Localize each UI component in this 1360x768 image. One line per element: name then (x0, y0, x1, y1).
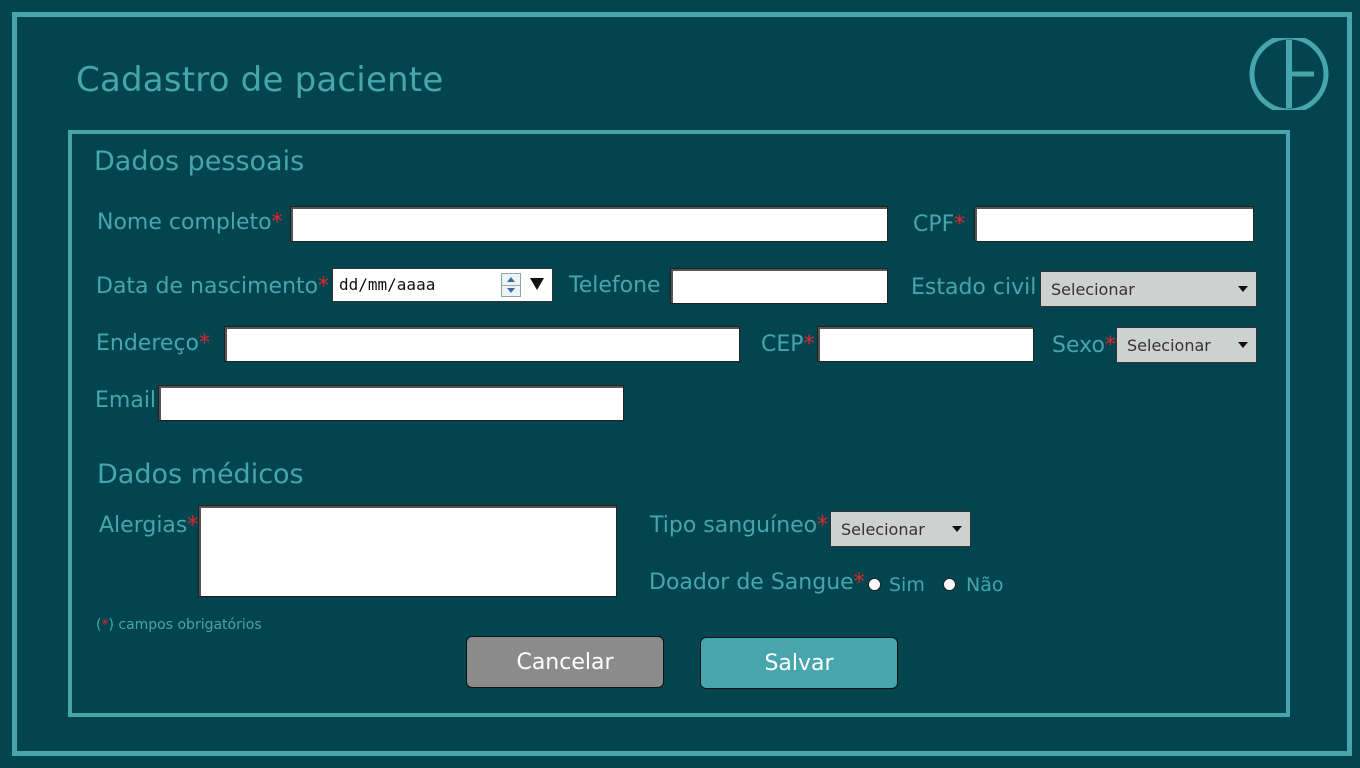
chevron-down-icon (952, 526, 962, 532)
radio-nao[interactable] (943, 578, 956, 591)
email-label: Email (95, 388, 157, 413)
date-spinner[interactable] (501, 273, 521, 297)
doador-label: Doador de Sangue* (649, 570, 865, 595)
estado-civil-value: Selecionar (1051, 279, 1135, 299)
sexo-select[interactable]: Selecionar (1116, 327, 1257, 363)
sexo-label: Sexo* (1052, 333, 1116, 358)
personal-section-title: Dados pessoais (94, 146, 305, 177)
cep-input[interactable] (817, 326, 1034, 362)
email-input[interactable] (158, 385, 624, 421)
cpf-input[interactable] (974, 206, 1254, 242)
telefone-label: Telefone (569, 273, 661, 298)
radio-sim[interactable] (868, 578, 881, 591)
endereco-input[interactable] (224, 326, 740, 362)
tipo-sanguineo-select[interactable]: Selecionar (830, 511, 971, 547)
radio-nao-label: Não (966, 574, 1004, 596)
medical-section-title: Dados médicos (97, 459, 304, 490)
page-title: Cadastro de paciente (76, 60, 444, 100)
alergias-textarea[interactable] (198, 505, 617, 597)
cep-label: CEP* (761, 332, 815, 357)
required-fields-note: (*) campos obrigatórios (96, 617, 262, 633)
spin-down-icon (507, 288, 515, 293)
save-button[interactable]: Salvar (700, 637, 898, 689)
sexo-value: Selecionar (1127, 335, 1211, 355)
endereco-label: Endereço* (96, 331, 210, 356)
chevron-down-icon (1238, 286, 1248, 292)
data-nascimento-input[interactable]: dd/mm/aaaa (332, 268, 553, 302)
date-placeholder: dd/mm/aaaa (339, 275, 436, 294)
cpf-label: CPF* (913, 212, 966, 237)
tipo-sanguineo-label: Tipo sanguíneo* (650, 513, 829, 538)
radio-sim-label: Sim (889, 574, 925, 596)
chevron-down-icon (1238, 342, 1248, 348)
estado-civil-select[interactable]: Selecionar (1040, 271, 1257, 307)
app-logo-icon (1249, 38, 1329, 110)
data-nascimento-label: Data de nascimento* (96, 274, 330, 299)
tipo-sanguineo-value: Selecionar (841, 519, 925, 539)
date-dropdown-icon[interactable] (530, 278, 544, 290)
telefone-input[interactable] (670, 268, 888, 304)
nome-label: Nome completo* (97, 210, 283, 235)
estado-civil-label: Estado civil (911, 275, 1037, 300)
nome-input[interactable] (290, 206, 888, 242)
alergias-label: Alergias* (99, 513, 199, 538)
spin-up-icon (507, 277, 515, 282)
cancel-button[interactable]: Cancelar (466, 636, 664, 688)
